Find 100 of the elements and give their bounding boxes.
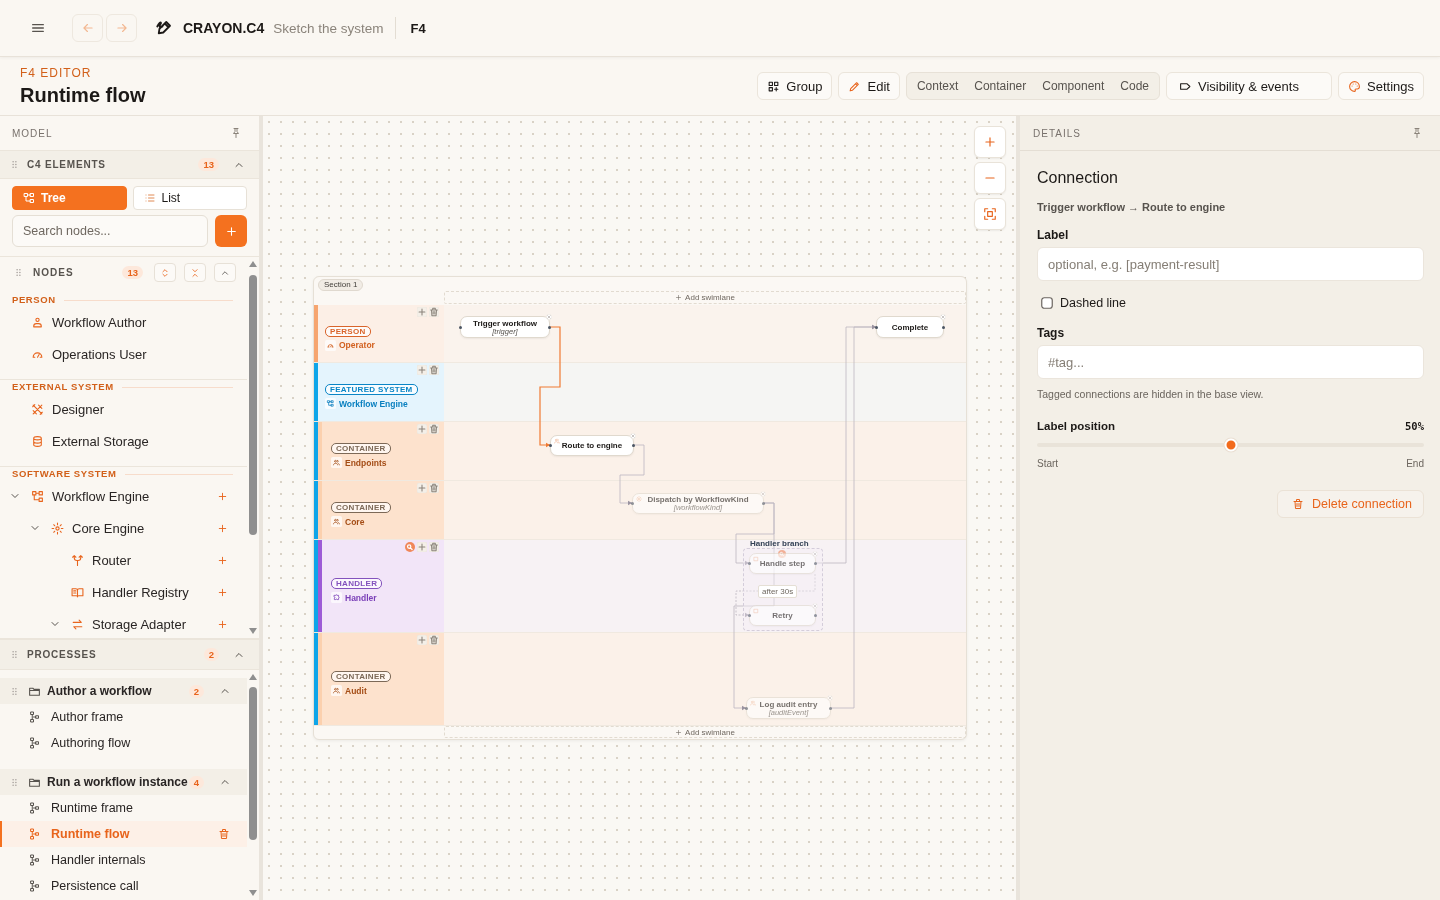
checkbox[interactable] [1041,297,1053,309]
port-dot-icon[interactable] [549,444,552,447]
process-group-header[interactable]: Run a workflow instance 4 [0,769,247,795]
edit-button[interactable]: Edit [838,72,900,100]
port-dot-icon[interactable] [942,325,945,329]
port-dot-icon[interactable] [814,614,817,617]
tree-item[interactable]: Core Engine [51,520,217,536]
port-dot-icon[interactable] [745,706,748,710]
port-dot-icon[interactable] [762,502,765,505]
search-field[interactable]: Search nodes... [12,215,208,247]
trash-icon[interactable] [218,828,230,840]
drag-handle-icon[interactable] [9,159,20,170]
connector[interactable] [735,573,816,618]
plus-icon[interactable] [217,490,228,502]
plus-icon[interactable] [217,522,228,534]
pin-icon[interactable] [1411,127,1423,139]
group-button[interactable]: Group [757,72,833,100]
visibility-button[interactable]: Visibility & events [1166,72,1332,100]
plus-icon[interactable] [217,586,228,598]
process-item[interactable]: Persistence call [0,873,247,899]
connector-label[interactable]: after 30s [758,585,798,598]
plus-icon[interactable] [217,554,228,566]
port-dot-icon[interactable] [459,325,462,329]
tags-field[interactable]: #tag... [1037,345,1424,379]
drag-handle-icon[interactable] [9,649,20,660]
port-dot-icon[interactable] [829,706,832,710]
slider-thumb[interactable] [1224,438,1237,452]
zoom-in-button[interactable] [974,126,1006,158]
close-icon[interactable] [630,433,636,439]
add-swimlane-button[interactable]: Add swimlane [444,726,966,738]
trash-icon[interactable] [429,635,439,645]
section-header[interactable]: C4 ELEMENTS 13 [0,151,259,179]
level-tab[interactable]: Code [1112,75,1157,97]
collapse-all-button[interactable] [184,263,206,282]
swimlane-header[interactable]: CONTAINER Endpoints [314,422,444,480]
label-field[interactable]: optional, e.g. [payment-result] [1037,247,1424,281]
plus-icon[interactable] [417,635,427,645]
plus-icon[interactable] [417,483,427,493]
trash-icon[interactable] [429,424,439,434]
close-icon[interactable] [546,314,552,320]
add-swimlane-button[interactable]: Add swimlane [444,291,966,304]
port-dot-icon[interactable] [548,325,551,329]
drag-handle-icon[interactable] [9,685,20,697]
plus-icon[interactable] [417,365,427,375]
add-node-button[interactable] [215,215,247,247]
swimlane-header[interactable]: PERSON Operator [314,305,444,362]
tree-item[interactable]: Designer [31,401,228,417]
swimlane-header[interactable]: FEATURED SYSTEM Workflow Engine [314,363,444,421]
fit-view-button[interactable] [974,198,1006,230]
process-item[interactable]: Handler internals [0,847,247,873]
view-tab[interactable]: List [132,186,247,210]
close-icon[interactable] [940,314,946,320]
zoom-out-button[interactable] [974,162,1006,194]
plus-icon[interactable] [417,307,427,317]
trash-icon[interactable] [429,542,439,552]
trash-icon[interactable] [429,483,439,493]
tree-item[interactable]: Workflow Author [31,314,228,330]
close-icon[interactable] [812,551,818,557]
tree-item[interactable]: Handler Registry [71,584,217,600]
plus-icon[interactable] [217,618,228,630]
port-dot-icon[interactable] [748,562,751,565]
plus-icon[interactable] [417,424,427,434]
trash-icon[interactable] [429,307,439,317]
swimlane-header[interactable]: CONTAINER Core [314,481,444,539]
flow-node[interactable]: Complete [876,316,944,338]
plus-icon[interactable] [417,542,427,552]
level-tab[interactable]: Context [908,75,967,97]
tree-item[interactable]: Router [71,552,217,568]
search-badge-icon[interactable] [405,542,415,552]
trash-icon[interactable] [429,365,439,375]
tree-item[interactable]: Operations User [31,346,228,362]
close-icon[interactable] [760,491,766,497]
expand-all-button[interactable] [154,263,176,282]
port-dot-icon[interactable] [814,562,817,565]
process-item[interactable]: Runtime frame [0,795,247,821]
level-tab[interactable]: Component [1034,75,1113,97]
tree-item[interactable]: Storage Adapter [71,616,217,632]
tree-item[interactable]: Workflow Engine [31,488,217,504]
pin-icon[interactable] [230,127,242,139]
port-dot-icon[interactable] [875,325,878,329]
flow-node[interactable]: Retry [749,605,816,626]
swimlane-header[interactable]: CONTAINER Audit [314,633,444,725]
flow-node[interactable]: Handle step [749,553,816,574]
swimlane-header[interactable]: HANDLER Handler [314,540,444,632]
port-dot-icon[interactable] [748,614,751,617]
port-dot-icon[interactable] [631,502,634,505]
tree-item[interactable]: External Storage [31,433,228,449]
flow-node[interactable]: Route to engine [550,435,634,456]
process-item[interactable]: Author frame [0,704,247,730]
process-item[interactable]: Authoring flow [0,730,247,756]
drag-handle-icon[interactable] [13,267,24,278]
close-icon[interactable] [812,603,818,609]
section-tag[interactable]: Section 1 [318,279,364,291]
collapse-section-button[interactable] [214,263,236,282]
settings-button[interactable]: Settings [1338,72,1424,100]
level-tab[interactable]: Container [966,75,1035,97]
section-header[interactable]: PROCESSES 2 [0,639,259,670]
port-dot-icon[interactable] [632,444,635,447]
drag-handle-icon[interactable] [9,776,20,788]
process-group-header[interactable]: Author a workflow 2 [0,678,247,704]
